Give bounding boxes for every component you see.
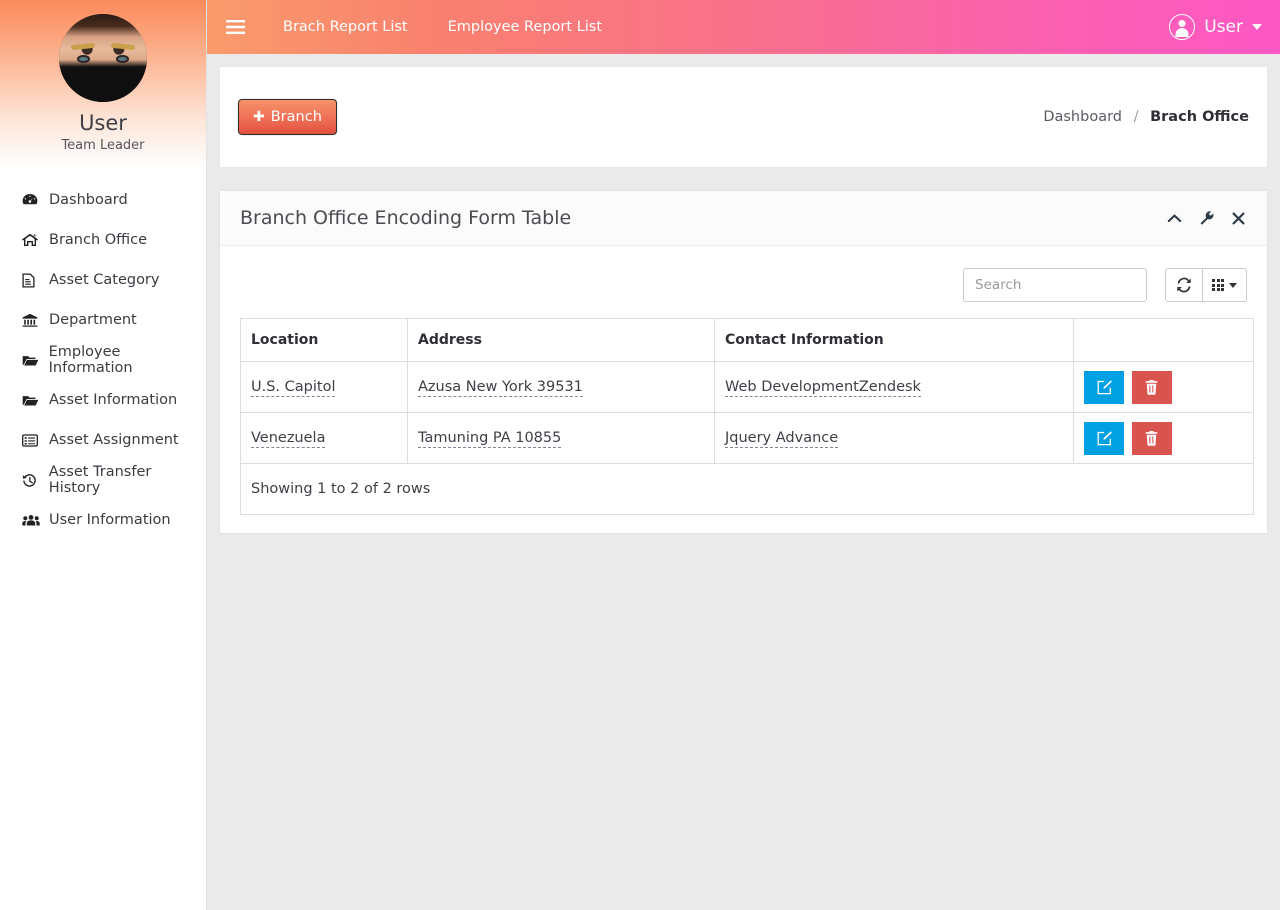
- delete-button[interactable]: [1131, 421, 1172, 455]
- location-value[interactable]: Venezuela: [251, 430, 326, 448]
- sidebar-item-label: Asset Assignment: [49, 432, 179, 448]
- sidebar-item-user-information[interactable]: User Information: [0, 500, 206, 540]
- breadcrumb-dashboard[interactable]: Dashboard: [1043, 109, 1122, 125]
- profile-name: User: [79, 111, 127, 135]
- users-icon: [22, 514, 42, 527]
- hamburger-icon[interactable]: [207, 0, 263, 54]
- cell-contact-information: Jquery Advance: [714, 412, 1074, 464]
- content-area: ✚ Branch Dashboard / Brach Office Branch…: [207, 54, 1280, 910]
- profile-role: Team Leader: [61, 138, 145, 153]
- plus-icon: ✚: [253, 109, 265, 125]
- column-header-actions: [1073, 318, 1254, 362]
- folder-open-icon: [22, 354, 42, 367]
- sidebar-item-label: Dashboard: [49, 192, 128, 208]
- table-body: U.S. Capitol Azusa New York 39531 Web De…: [240, 361, 1254, 515]
- edit-button[interactable]: [1084, 421, 1124, 455]
- sidebar-item-label: User Information: [49, 512, 171, 528]
- column-header-location[interactable]: Location: [240, 318, 408, 362]
- add-branch-label: Branch: [270, 109, 322, 125]
- sidebar-item-label: Asset Transfer History: [48, 464, 152, 496]
- cell-location: U.S. Capitol: [240, 361, 408, 413]
- sidebar-item-dashboard[interactable]: Dashboard: [0, 180, 206, 220]
- contact-value[interactable]: Web DevelopmentZendesk: [725, 379, 921, 397]
- sidebar-nav: Dashboard Branch Office Asset Category D…: [0, 168, 206, 540]
- column-header-address[interactable]: Address: [407, 318, 715, 362]
- topnav-link-employee-report-list[interactable]: Employee Report List: [428, 0, 622, 54]
- topbar: Brach Report List Employee Report List U…: [207, 0, 1280, 54]
- cell-contact-information: Web DevelopmentZendesk: [714, 361, 1074, 413]
- topnav-link-brach-report-list[interactable]: Brach Report List: [263, 0, 428, 54]
- breadcrumb-bar: ✚ Branch Dashboard / Brach Office: [219, 66, 1268, 168]
- column-header-contact-information[interactable]: Contact Information: [714, 318, 1074, 362]
- bank-icon: [22, 313, 42, 327]
- user-circle-icon: [1169, 14, 1196, 40]
- sidebar-item-label: Asset Category: [49, 272, 160, 288]
- cell-location: Venezuela: [240, 412, 408, 464]
- contact-value[interactable]: Jquery Advance: [725, 430, 839, 448]
- chevron-down-icon: [1252, 24, 1262, 30]
- breadcrumb-current: Brach Office: [1150, 109, 1249, 125]
- table-head: Location Address Contact Information: [240, 318, 1254, 362]
- list-alt-icon: [22, 433, 42, 447]
- sidebar-item-asset-category[interactable]: Asset Category: [0, 260, 206, 300]
- close-icon[interactable]: [1230, 210, 1247, 227]
- breadcrumb-separator: /: [1133, 109, 1139, 125]
- user-menu[interactable]: User: [1157, 0, 1280, 54]
- cell-actions: [1073, 412, 1254, 464]
- location-value[interactable]: U.S. Capitol: [251, 379, 336, 397]
- rows-summary: Showing 1 to 2 of 2 rows: [240, 463, 1254, 515]
- grid-columns-icon[interactable]: [1203, 268, 1247, 302]
- user-menu-label: User: [1204, 17, 1243, 37]
- panel-tools: [1165, 209, 1247, 227]
- table-header-row: Location Address Contact Information: [240, 318, 1254, 362]
- table-row: U.S. Capitol Azusa New York 39531 Web De…: [240, 361, 1254, 413]
- dashboard-icon: [22, 193, 42, 207]
- refresh-icon[interactable]: [1165, 268, 1203, 302]
- history-icon: [22, 473, 42, 488]
- branch-office-table: Location Address Contact Information U.S…: [240, 318, 1254, 515]
- sidebar-item-asset-information[interactable]: Asset Information: [0, 380, 206, 420]
- table-row: Venezuela Tamuning PA 10855 Jquery Advan…: [240, 412, 1254, 464]
- home-icon: [22, 233, 42, 247]
- wrench-icon[interactable]: [1198, 209, 1216, 227]
- panel-header: Branch Office Encoding Form Table: [220, 191, 1267, 246]
- panel-body: Location Address Contact Information U.S…: [220, 246, 1267, 533]
- sidebar-item-label: Branch Office: [49, 232, 148, 248]
- cell-address: Tamuning PA 10855: [407, 412, 715, 464]
- address-value[interactable]: Azusa New York 39531: [418, 379, 583, 397]
- file-text-icon: [22, 272, 42, 288]
- delete-button[interactable]: [1131, 370, 1172, 404]
- edit-button[interactable]: [1084, 370, 1124, 404]
- branch-office-panel: Branch Office Encoding Form Table Search…: [219, 190, 1268, 534]
- sidebar-item-employee-information[interactable]: Employee Information: [0, 340, 206, 380]
- chevron-down-icon: [1229, 282, 1237, 288]
- breadcrumb: Dashboard / Brach Office: [1043, 109, 1249, 125]
- address-value[interactable]: Tamuning PA 10855: [418, 430, 562, 448]
- search-input[interactable]: [963, 268, 1147, 302]
- add-branch-button[interactable]: ✚ Branch: [238, 99, 337, 135]
- sidebar-item-label: Asset Information: [49, 392, 178, 408]
- table-footer-row: Showing 1 to 2 of 2 rows: [240, 463, 1254, 515]
- cell-address: Azusa New York 39531: [407, 361, 715, 413]
- sidebar-item-branch-office[interactable]: Branch Office: [0, 220, 206, 260]
- app-root: User Team Leader Dashboard Branch Office: [0, 0, 1280, 910]
- sidebar-item-asset-transfer-history[interactable]: Asset Transfer History: [0, 460, 206, 500]
- panel-title: Branch Office Encoding Form Table: [240, 207, 572, 229]
- sidebar-item-label: Employee Information: [48, 344, 133, 376]
- sidebar-item-label: Department: [49, 312, 137, 328]
- user-avatar-photo: [59, 14, 147, 102]
- collapse-icon[interactable]: [1165, 211, 1184, 226]
- cell-actions: [1073, 361, 1254, 413]
- sidebar-profile: User Team Leader: [0, 0, 206, 168]
- grid-glyph: [1212, 279, 1224, 291]
- folder-open-icon: [22, 394, 42, 407]
- sidebar-item-department[interactable]: Department: [0, 300, 206, 340]
- table-toolbar: [240, 268, 1247, 302]
- sidebar-item-asset-assignment[interactable]: Asset Assignment: [0, 420, 206, 460]
- sidebar: User Team Leader Dashboard Branch Office: [0, 0, 207, 910]
- table-action-buttons: [1165, 268, 1247, 302]
